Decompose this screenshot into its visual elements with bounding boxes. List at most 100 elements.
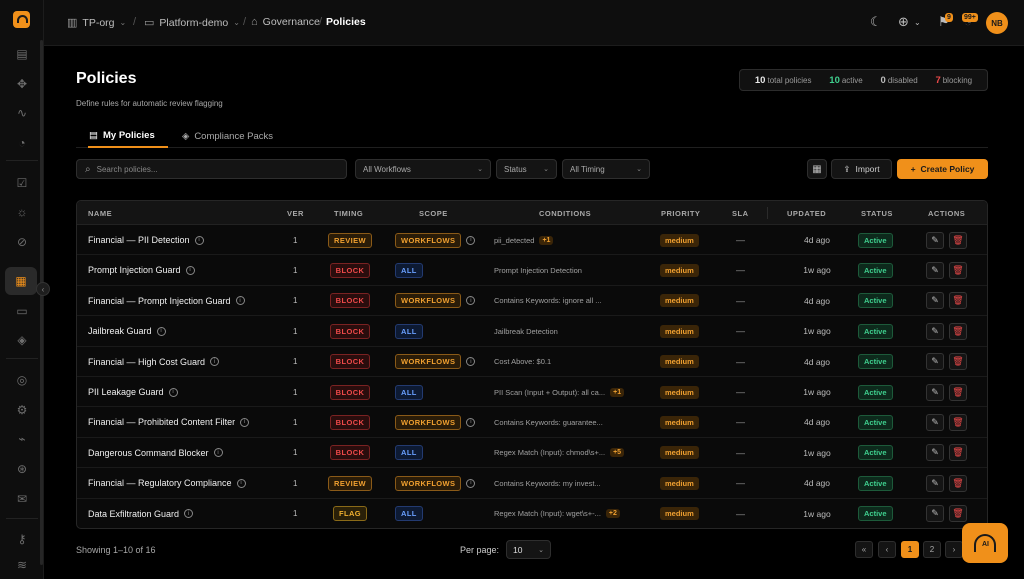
edit-icon[interactable]: ✎	[926, 383, 944, 401]
info-icon[interactable]: i	[466, 478, 476, 488]
table-row[interactable]: Financial — High Cost Guard i 1 BLOCK WORKFL…	[77, 347, 987, 377]
col-scope[interactable]: SCOPE	[419, 209, 448, 218]
table-row[interactable]: Financial — Prohibited Content Filter i 1 B…	[77, 407, 987, 438]
status-badge[interactable]: Active	[858, 506, 893, 522]
info-icon[interactable]: i	[466, 417, 476, 427]
mail-icon[interactable]: ✉	[13, 490, 31, 508]
info-icon[interactable]: i	[184, 509, 194, 519]
col-ver[interactable]: VER	[287, 209, 304, 218]
target-icon[interactable]: ◎	[13, 371, 31, 389]
table-row[interactable]: Jailbreak Guard i 1 BLOCK ALL Jailbreak Detec…	[77, 316, 987, 347]
col-conditions[interactable]: CONDITIONS	[539, 209, 591, 218]
search-circle-icon[interactable]: ⊘	[13, 233, 31, 251]
edit-icon[interactable]: ✎	[926, 322, 944, 340]
table-row[interactable]: Financial — Regulatory Compliance i 1 REVIE…	[77, 468, 987, 499]
breadcrumb-project[interactable]: ▭ Platform-demo ⌄	[144, 16, 240, 30]
breadcrumb-org[interactable]: ▥ TP-org ⌄	[67, 16, 126, 30]
status-badge[interactable]: Active	[858, 293, 893, 309]
status-badge[interactable]: Active	[858, 475, 893, 491]
moon-icon[interactable]: ☾	[870, 14, 882, 30]
trash-icon[interactable]: 🗑	[949, 505, 967, 523]
status-badge[interactable]: Active	[858, 232, 893, 248]
trash-icon[interactable]: 🗑	[949, 292, 967, 310]
grid-view-button[interactable]: ▦	[807, 159, 827, 179]
policy-name[interactable]: Financial — Regulatory Compliance i	[88, 468, 246, 498]
more-conditions-badge[interactable]: +2	[605, 509, 620, 519]
search-input[interactable]	[96, 164, 327, 174]
create-policy-button[interactable]: + Create Policy	[897, 159, 988, 179]
per-page-select[interactable]: 10 ⌄	[506, 540, 551, 559]
check-square-icon[interactable]: ☑	[13, 174, 31, 192]
info-icon[interactable]: i	[213, 448, 223, 458]
policy-name[interactable]: Financial — High Cost Guard i	[88, 347, 220, 377]
trash-icon[interactable]: 🗑	[949, 444, 967, 462]
table-row[interactable]: Data Exfiltration Guard i 1 FLAG ALL Regex Ma…	[77, 499, 987, 528]
more-conditions-badge[interactable]: +1	[610, 387, 625, 397]
globe-icon[interactable]: ⊕	[898, 14, 909, 30]
shield-icon[interactable]: ◈	[13, 331, 31, 349]
layout-icon[interactable]: ▤	[13, 45, 31, 63]
page-1-button[interactable]: 1	[901, 541, 919, 558]
status-badge[interactable]: Active	[858, 354, 893, 370]
policy-name[interactable]: Data Exfiltration Guard i	[88, 499, 194, 528]
layers-icon[interactable]: ≋	[13, 556, 31, 574]
edit-icon[interactable]: ✎	[926, 474, 944, 492]
col-name[interactable]: NAME	[88, 209, 112, 218]
table-row[interactable]: Dangerous Command Blocker i 1 BLOCK ALL Regex…	[77, 438, 987, 469]
status-badge[interactable]: Active	[858, 445, 893, 461]
ai-assistant-button[interactable]: AI	[962, 523, 1008, 563]
sidebar-scrollbar[interactable]	[40, 40, 43, 565]
info-icon[interactable]: i	[156, 326, 166, 336]
sun-icon[interactable]: ☼	[13, 203, 31, 221]
info-icon[interactable]: i	[210, 357, 220, 367]
policy-name[interactable]: Financial — PII Detection i	[88, 225, 204, 255]
file-icon[interactable]: ▭	[13, 302, 31, 320]
next-page-button[interactable]: ›	[945, 541, 963, 558]
app-logo[interactable]	[13, 11, 30, 28]
policy-name[interactable]: PII Leakage Guard i	[88, 377, 178, 407]
timing-filter[interactable]: All Timing ⌄	[562, 159, 650, 179]
page-2-button[interactable]: 2	[923, 541, 941, 558]
table-row[interactable]: PII Leakage Guard i 1 BLOCK ALL PII Scan (Inp…	[77, 377, 987, 408]
move-icon[interactable]: ✥	[13, 75, 31, 93]
policies-icon[interactable]: ▦	[5, 267, 37, 295]
policy-name[interactable]: Dangerous Command Blocker i	[88, 438, 223, 468]
info-icon[interactable]: i	[235, 296, 245, 306]
key-icon[interactable]: ⚷	[13, 530, 31, 548]
info-icon[interactable]: i	[194, 235, 204, 245]
policy-name[interactable]: Prompt Injection Guard i	[88, 255, 195, 285]
edit-icon[interactable]: ✎	[926, 231, 944, 249]
trash-icon[interactable]: 🗑	[949, 231, 967, 249]
info-icon[interactable]: i	[466, 357, 476, 367]
col-sla[interactable]: SLA	[732, 209, 749, 218]
table-row[interactable]: Financial — Prompt Injection Guard i 1 BLOC…	[77, 286, 987, 317]
workflow-filter[interactable]: All Workflows ⌄	[355, 159, 491, 179]
edit-icon[interactable]: ✎	[926, 261, 944, 279]
table-row[interactable]: Financial — PII Detection i 1 REVIEW WORKFLO…	[77, 225, 987, 256]
status-filter[interactable]: Status ⌄	[496, 159, 557, 179]
col-timing[interactable]: TIMING	[334, 209, 363, 218]
col-priority[interactable]: PRIORITY	[661, 209, 700, 218]
info-icon[interactable]: i	[185, 265, 195, 275]
status-badge[interactable]: Active	[858, 384, 893, 400]
info-icon[interactable]: i	[236, 478, 246, 488]
pulse-icon[interactable]: ⌁	[13, 430, 31, 448]
trash-icon[interactable]: 🗑	[949, 413, 967, 431]
edit-icon[interactable]: ✎	[926, 413, 944, 431]
trash-icon[interactable]: 🗑	[949, 353, 967, 371]
import-button[interactable]: ⇪ Import	[831, 159, 892, 179]
policy-name[interactable]: Jailbreak Guard i	[88, 316, 166, 346]
bug-icon[interactable]: ⊛	[13, 460, 31, 478]
sidebar-collapse-toggle[interactable]: ‹	[36, 282, 50, 296]
trash-icon[interactable]: 🗑	[949, 322, 967, 340]
edit-icon[interactable]: ✎	[926, 444, 944, 462]
first-page-button[interactable]: «	[855, 541, 873, 558]
policy-name[interactable]: Financial — Prohibited Content Filter i	[88, 407, 250, 437]
col-updated[interactable]: UPDATED	[787, 209, 826, 218]
edit-icon[interactable]: ✎	[926, 353, 944, 371]
tab-my-policies[interactable]: ▤ My Policies	[88, 124, 168, 148]
status-badge[interactable]: Active	[858, 414, 893, 430]
info-icon[interactable]: i	[168, 387, 178, 397]
tab-compliance-packs[interactable]: ◈ Compliance Packs	[182, 124, 273, 148]
info-icon[interactable]: i	[240, 417, 250, 427]
